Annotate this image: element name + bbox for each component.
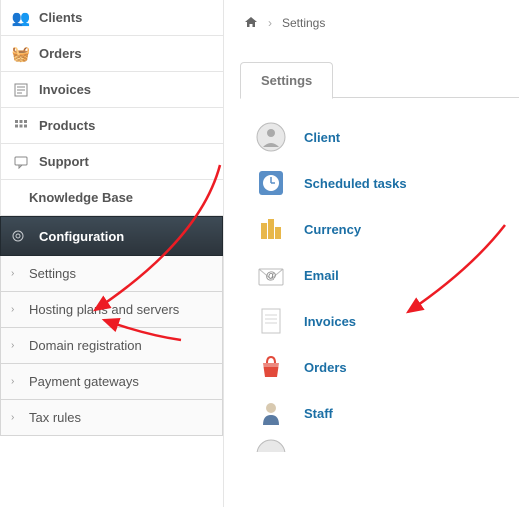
nav-clients[interactable]: 👥 Clients — [0, 0, 223, 36]
people-icon: 👥 — [11, 10, 31, 26]
sub-settings[interactable]: › Settings — [0, 256, 223, 292]
chevron-right-icon: › — [11, 268, 23, 279]
nav-clients-label: Clients — [39, 10, 82, 25]
sub-settings-label: Settings — [29, 266, 76, 281]
tab-settings-label: Settings — [261, 73, 312, 88]
sub-tax[interactable]: › Tax rules — [0, 400, 223, 436]
tab-bar: Settings — [240, 62, 519, 98]
nav-orders-label: Orders — [39, 46, 82, 61]
email-icon: @ — [254, 258, 288, 292]
settings-row-orders[interactable]: Orders — [254, 344, 519, 390]
nav-invoices-label: Invoices — [39, 82, 91, 97]
tab-settings[interactable]: Settings — [240, 62, 333, 99]
chat-icon — [11, 154, 31, 170]
home-icon[interactable] — [244, 15, 258, 32]
nav-configuration-label: Configuration — [39, 229, 124, 244]
nav-support[interactable]: Support — [0, 144, 223, 180]
settings-email-label: Email — [304, 268, 339, 283]
sub-tax-label: Tax rules — [29, 410, 81, 425]
grid-icon — [11, 118, 31, 134]
nav-kb-label: Knowledge Base — [29, 190, 133, 205]
nav-configuration-header[interactable]: Configuration — [0, 216, 223, 256]
settings-currency-label: Currency — [304, 222, 361, 237]
chevron-right-icon: › — [11, 304, 23, 315]
settings-orders-label: Orders — [304, 360, 347, 375]
settings-staff-label: Staff — [304, 406, 333, 421]
staff-icon — [254, 396, 288, 430]
currency-icon — [254, 212, 288, 246]
nav-products[interactable]: Products — [0, 108, 223, 144]
clock-icon — [254, 166, 288, 200]
breadcrumb-current[interactable]: Settings — [282, 16, 325, 30]
nav-orders[interactable]: 🧺 Orders — [0, 36, 223, 72]
settings-client-label: Client — [304, 130, 340, 145]
settings-row-scheduled[interactable]: Scheduled tasks — [254, 160, 519, 206]
basket-icon: 🧺 — [11, 46, 31, 62]
invoice-icon — [11, 82, 31, 98]
client-icon — [254, 120, 288, 154]
sub-gateways[interactable]: › Payment gateways — [0, 364, 223, 400]
settings-row-invoices[interactable]: Invoices — [254, 298, 519, 344]
sub-hosting-label: Hosting plans and servers — [29, 302, 179, 317]
settings-scheduled-label: Scheduled tasks — [304, 176, 407, 191]
gear-icon — [11, 228, 31, 244]
chevron-right-icon: › — [11, 376, 23, 387]
settings-invoices-label: Invoices — [304, 314, 356, 329]
chevron-right-icon: › — [11, 340, 23, 351]
nav-knowledge-base[interactable]: Knowledge Base — [0, 180, 223, 216]
sub-gateways-label: Payment gateways — [29, 374, 139, 389]
main-content: › Settings Settings Client Scheduled tas… — [224, 0, 519, 507]
nav-invoices[interactable]: Invoices — [0, 72, 223, 108]
settings-list: Client Scheduled tasks Currency @ Email … — [240, 98, 519, 458]
chevron-right-icon: › — [11, 412, 23, 423]
orders-icon — [254, 350, 288, 384]
settings-row-client[interactable]: Client — [254, 114, 519, 160]
settings-row-email[interactable]: @ Email — [254, 252, 519, 298]
sidebar: 👥 Clients 🧺 Orders Invoices Products Sup… — [0, 0, 224, 507]
nav-products-label: Products — [39, 118, 95, 133]
svg-text:@: @ — [266, 270, 277, 282]
breadcrumb-separator: › — [268, 16, 272, 30]
settings-row-partial[interactable] — [254, 436, 519, 458]
sub-domain-label: Domain registration — [29, 338, 142, 353]
settings-row-currency[interactable]: Currency — [254, 206, 519, 252]
sub-hosting[interactable]: › Hosting plans and servers — [0, 292, 223, 328]
invoices-icon — [254, 304, 288, 338]
nav-support-label: Support — [39, 154, 89, 169]
breadcrumb: › Settings — [240, 8, 519, 38]
sub-domain[interactable]: › Domain registration — [0, 328, 223, 364]
partial-icon — [254, 436, 288, 458]
settings-row-staff[interactable]: Staff — [254, 390, 519, 436]
